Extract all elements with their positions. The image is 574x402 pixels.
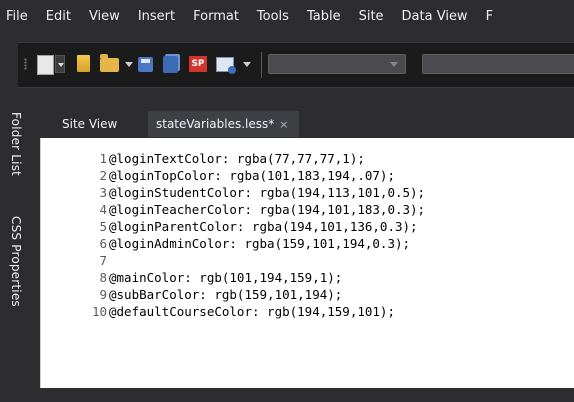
- code-line: 1 @loginTextColor: rgba(77,77,77,1);: [41, 150, 365, 167]
- notes-icon[interactable]: [77, 55, 90, 72]
- document-tabs: Site View stateVariables.less* ×: [40, 104, 574, 138]
- code-line: 3 @loginStudentColor: rgba(194,113,101,0.…: [41, 184, 425, 201]
- open-folder-icon[interactable]: [100, 54, 119, 72]
- code-text: @loginTextColor: rgba(77,77,77,1);: [109, 151, 365, 166]
- menu-view[interactable]: View: [80, 0, 129, 34]
- menu-truncated[interactable]: F: [477, 0, 502, 34]
- sharepoint-icon[interactable]: SP: [189, 56, 207, 72]
- preview-icon[interactable]: [216, 57, 236, 74]
- new-page-icon[interactable]: [37, 55, 54, 75]
- toolbar-grip-icon[interactable]: [24, 58, 27, 70]
- style-combo[interactable]: [268, 54, 406, 74]
- code-text: @mainColor: rgb(101,194,159,1);: [109, 270, 343, 285]
- line-number: 9: [99, 287, 107, 302]
- menu-edit[interactable]: Edit: [37, 0, 80, 34]
- code-text: @loginStudentColor: rgba(194,113,101,0.5…: [109, 185, 426, 200]
- code-line: 9 @subBarColor: rgb(159,101,194);: [41, 286, 342, 303]
- line-number: 10: [91, 304, 107, 319]
- editor-status-strip: [40, 388, 574, 402]
- code-line: 8 @mainColor: rgb(101,194,159,1);: [41, 269, 342, 286]
- line-number: 8: [99, 270, 107, 285]
- code-text: @loginParentColor: rgba(194,101,136,0.3)…: [109, 219, 418, 234]
- new-dropdown-button[interactable]: [55, 55, 65, 73]
- tab-label: stateVariables.less*: [156, 117, 275, 131]
- code-text: @subBarColor: rgb(159,101,194);: [109, 287, 343, 302]
- line-number: 7: [99, 253, 107, 268]
- save-icon[interactable]: [138, 57, 153, 72]
- chevron-down-icon[interactable]: [243, 62, 251, 67]
- code-editor[interactable]: 1 @loginTextColor: rgba(77,77,77,1); 2 @lo…: [40, 138, 574, 402]
- menu-insert[interactable]: Insert: [129, 0, 184, 34]
- tab-label: Site View: [62, 117, 118, 131]
- code-line: 2 @loginTopColor: rgba(101,183,194,.07);: [41, 167, 395, 184]
- code-line: 6 @loginAdminColor: rgba(159,101,194,0.3)…: [41, 235, 410, 252]
- menu-site[interactable]: Site: [350, 0, 393, 34]
- menu-data-view[interactable]: Data View: [393, 0, 477, 34]
- code-text: @loginAdminColor: rgba(159,101,194,0.3);: [109, 236, 411, 251]
- chevron-down-icon[interactable]: [125, 62, 133, 67]
- code-text: @loginTeacherColor: rgba(194,101,183,0.3…: [109, 202, 426, 217]
- menu-file[interactable]: File: [0, 0, 37, 34]
- line-number: 3: [99, 185, 107, 200]
- folder-list-tab[interactable]: Folder List: [9, 112, 23, 176]
- menu-format[interactable]: Format: [184, 0, 248, 34]
- menu-bar: File Edit View Insert Format Tools Table…: [0, 0, 574, 34]
- code-text: @loginTopColor: rgba(101,183,194,.07);: [109, 168, 395, 183]
- save-all-icon[interactable]: [163, 56, 178, 73]
- menu-table[interactable]: Table: [298, 0, 350, 34]
- line-number: 2: [99, 168, 107, 183]
- line-number: 1: [99, 151, 107, 166]
- toolbar: SP: [0, 34, 574, 104]
- code-line: 5 @loginParentColor: rgba(194,101,136,0.3…: [41, 218, 418, 235]
- side-panel-strip: Folder List CSS Properties: [0, 104, 40, 402]
- toolbar-separator: [261, 52, 262, 78]
- close-icon[interactable]: ×: [279, 118, 288, 131]
- code-text: @defaultCourseColor: rgb(194,159,101);: [109, 304, 395, 319]
- css-properties-tab[interactable]: CSS Properties: [9, 216, 23, 307]
- line-number: 6: [99, 236, 107, 251]
- code-line: 7: [41, 252, 109, 269]
- font-combo[interactable]: [422, 54, 574, 74]
- line-number: 4: [99, 202, 107, 217]
- menu-tools[interactable]: Tools: [248, 0, 298, 34]
- line-number: 5: [99, 219, 107, 234]
- tab-site-view[interactable]: Site View: [54, 111, 125, 137]
- tab-state-variables[interactable]: stateVariables.less* ×: [148, 111, 299, 137]
- code-line: 4 @loginTeacherColor: rgba(194,101,183,0.…: [41, 201, 425, 218]
- code-line: 10 @defaultCourseColor: rgb(194,159,101);: [41, 303, 395, 320]
